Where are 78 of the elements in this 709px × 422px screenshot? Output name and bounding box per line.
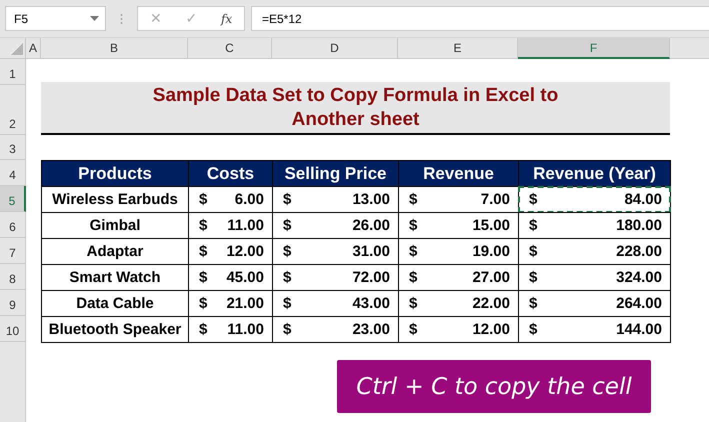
table-cell: 27.00 [472,269,510,286]
currency-symbol: $ [199,269,208,286]
table-cell: 264.00 [616,295,662,312]
currency-symbol: $ [199,243,208,260]
column-heading: Revenue [398,160,519,187]
column-heading: Selling Price [272,160,399,187]
column-heading: Products [41,160,189,187]
column-header[interactable]: A [26,38,41,59]
table-cell: 45.00 [226,269,264,286]
currency-symbol: $ [409,295,418,312]
table-cell: 21.00 [226,295,264,312]
table-cell: 7.00 [480,191,510,208]
column-header[interactable]: C [188,38,272,59]
column-heading: Revenue (Year) [518,160,671,187]
insert-function-button[interactable]: fx [216,12,236,26]
currency-symbol: $ [529,243,538,260]
row-header[interactable]: 5 [0,186,26,212]
currency-symbol: $ [529,295,538,312]
table-cell: 15.00 [472,217,510,234]
table-cell: 22.00 [472,295,510,312]
currency-symbol: $ [199,295,208,312]
currency-symbol: $ [409,217,418,234]
currency-symbol: $ [529,217,538,234]
currency-symbol: $ [283,191,292,208]
table-cell: 228.00 [616,243,662,260]
row-header[interactable]: 7 [0,238,26,264]
column-header[interactable]: D [272,38,398,59]
table-cell: 31.00 [352,243,390,260]
row-header[interactable]: 4 [0,160,26,186]
row-header[interactable]: 8 [0,264,26,290]
currency-symbol: $ [409,243,418,260]
table-cell: 11.00 [227,217,264,234]
currency-symbol: $ [283,269,292,286]
table-cell: 6.00 [234,191,264,208]
currency-symbol: $ [529,191,538,208]
table-cell: 180.00 [616,217,662,234]
column-heading: Costs [188,160,273,187]
currency-symbol: $ [199,217,208,234]
table-cell: 84.00 [624,191,662,208]
table-cell: 72.00 [352,269,390,286]
currency-symbol: $ [409,191,418,208]
column-header[interactable]: B [41,38,188,59]
table-cell: 26.00 [352,217,390,234]
callout-banner: Ctrl + C to copy the cell [337,360,651,413]
currency-symbol: $ [409,269,418,286]
row-header[interactable]: 10 [0,316,26,342]
currency-symbol: $ [529,321,538,338]
currency-symbol: $ [199,191,208,208]
table-cell: 144.00 [616,321,662,338]
currency-symbol: $ [529,269,538,286]
currency-symbol: $ [409,321,418,338]
column-header[interactable]: E [398,38,518,59]
column-header[interactable]: F [518,38,670,59]
currency-symbol: $ [199,321,208,338]
table-cell: 12.00 [226,243,264,260]
table-cell: 12.00 [472,321,510,338]
dropdown-icon [90,16,99,21]
drag-handle-icon[interactable] [120,12,123,24]
table-cell: 43.00 [352,295,390,312]
currency-symbol: $ [283,321,292,338]
table-cell: Bluetooth Speaker [41,316,189,343]
table-cell: 13.00 [352,191,390,208]
row-header[interactable]: 2 [0,85,26,135]
currency-symbol: $ [283,243,292,260]
row-header[interactable]: 6 [0,212,26,238]
formula-field[interactable]: =E5*12 [251,6,709,31]
select-all-icon[interactable] [11,43,23,55]
table-cell: 324.00 [616,269,662,286]
row-header[interactable]: 9 [0,290,26,316]
table-cell: 11.00 [227,321,264,338]
row-header[interactable]: 3 [0,135,26,160]
currency-symbol: $ [283,217,292,234]
table-cell: 19.00 [472,243,510,260]
currency-symbol: $ [283,295,292,312]
title-banner: Sample Data Set to Copy Formula in Excel to Another sheet [41,82,670,135]
name-box[interactable]: F5 [5,6,106,31]
row-header[interactable]: 1 [0,59,26,85]
table-cell: 23.00 [352,321,390,338]
